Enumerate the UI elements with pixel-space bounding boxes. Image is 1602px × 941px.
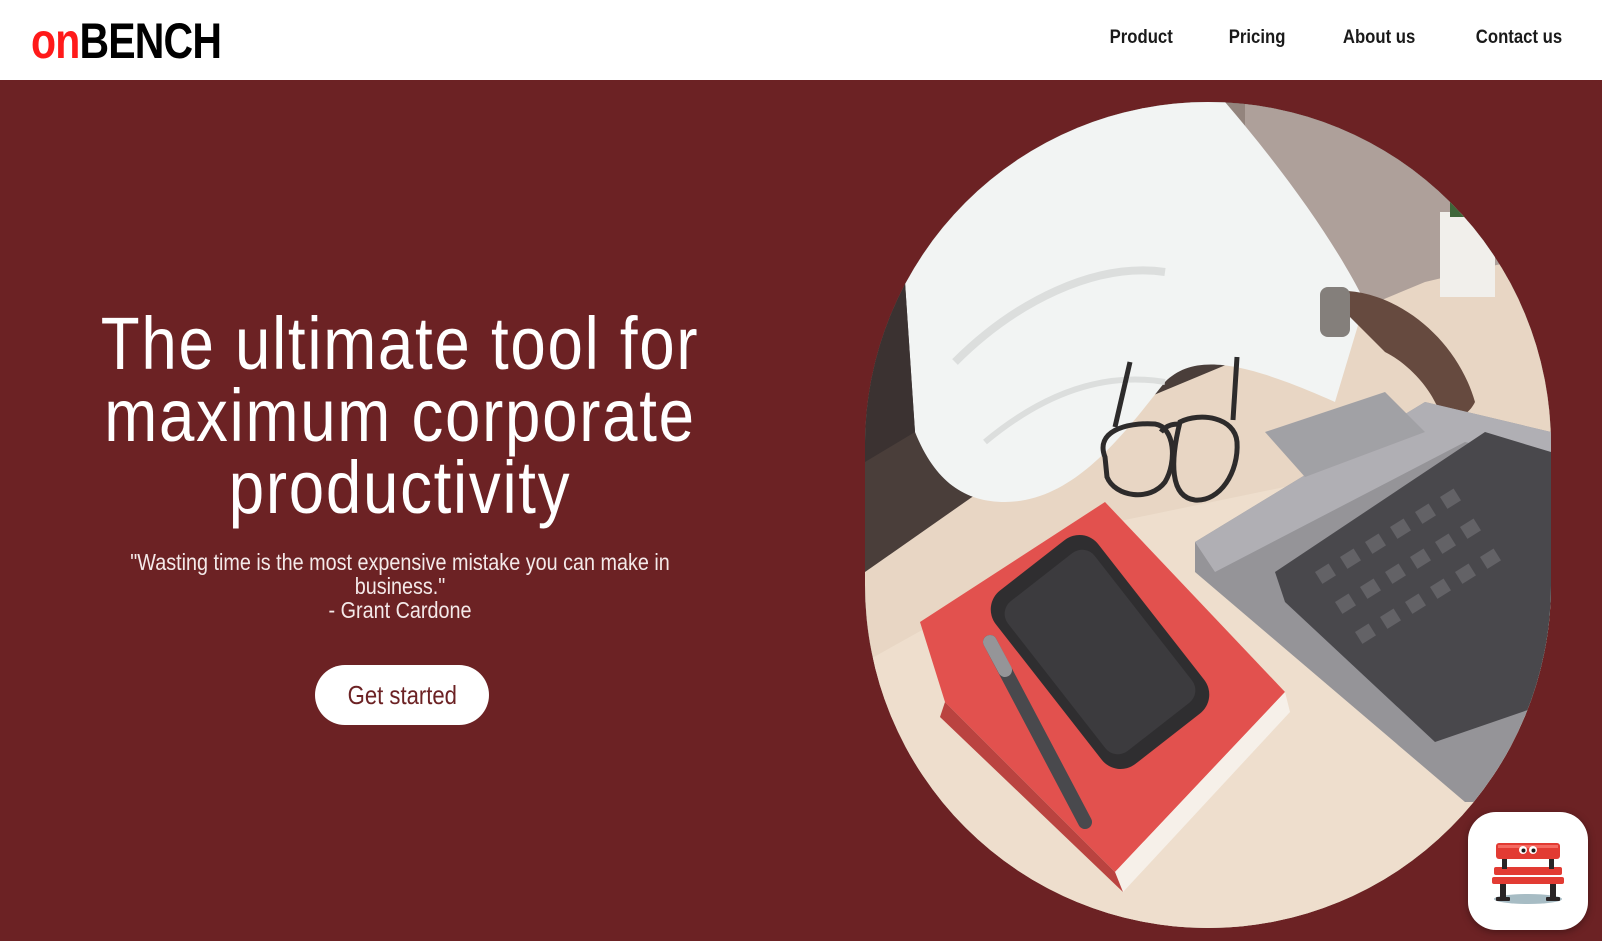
- chat-widget-button[interactable]: [1468, 812, 1588, 930]
- nav-contact-us[interactable]: Contact us: [1476, 27, 1562, 49]
- nav-about-us[interactable]: About us: [1343, 27, 1415, 49]
- get-started-button[interactable]: Get started: [315, 665, 489, 725]
- headline-line-1: The ultimate tool for: [100, 302, 700, 385]
- headline-line-2: maximum corporate: [104, 374, 696, 457]
- quote-author: - Grant Cardone: [328, 597, 472, 623]
- hero-photo: [865, 102, 1551, 928]
- logo-suffix: BENCH: [79, 13, 222, 69]
- logo-prefix: on: [31, 13, 80, 69]
- desk-laptop-photo-icon: [865, 102, 1551, 928]
- nav-pricing[interactable]: Pricing: [1229, 27, 1286, 49]
- top-navbar: onBENCH Product Pricing About us Contact…: [0, 0, 1602, 80]
- hero-section: The ultimate tool for maximum corporate …: [0, 80, 1602, 941]
- hero-headline: The ultimate tool for maximum corporate …: [90, 307, 709, 525]
- brand-logo[interactable]: onBENCH: [31, 13, 222, 69]
- quote-text: "Wasting time is the most expensive mist…: [130, 549, 670, 599]
- nav-links: Product Pricing About us Contact us: [1053, 27, 1562, 49]
- nav-product[interactable]: Product: [1110, 27, 1173, 49]
- get-started-label: Get started: [347, 679, 457, 710]
- hero-quote: "Wasting time is the most expensive mist…: [90, 550, 709, 622]
- headline-line-3: productivity: [228, 446, 572, 529]
- bench-mascot-icon: [1492, 843, 1564, 904]
